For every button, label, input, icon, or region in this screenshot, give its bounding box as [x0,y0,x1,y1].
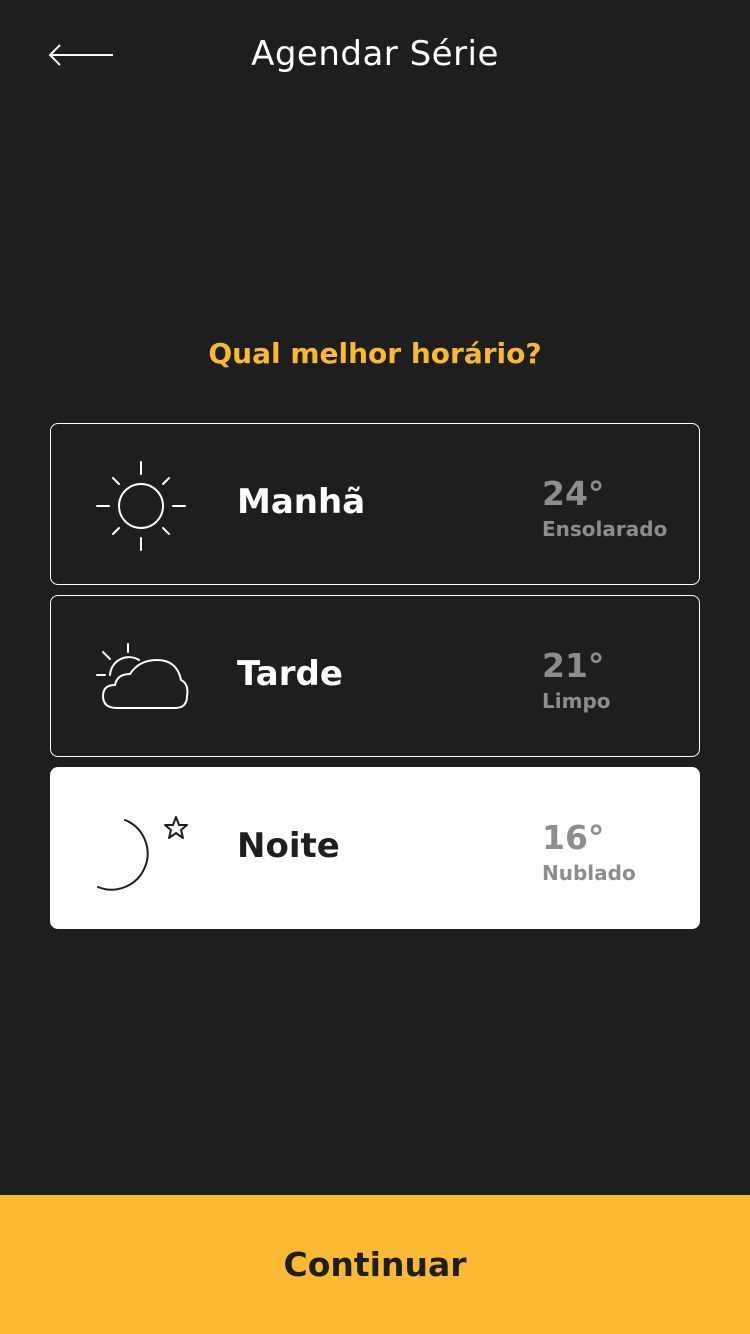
temperature-value: 16° [542,818,605,857]
temperature-value: 24° [542,474,605,513]
option-tarde[interactable]: Tarde 21° Limpo [50,595,700,757]
weather-condition: Nublado [542,861,636,885]
partly-cloudy-icon [95,630,191,726]
moon-star-icon [95,802,191,898]
continue-button[interactable]: Continuar [0,1195,750,1334]
option-manha[interactable]: Manhã 24° Ensolarado [50,423,700,585]
temperature-value: 21° [542,646,605,685]
option-label: Manhã [237,482,366,522]
weather-condition: Limpo [542,689,611,713]
sun-icon [95,458,191,554]
page-title: Agendar Série [251,34,499,74]
option-noite[interactable]: Noite 16° Nublado [50,767,700,929]
weather-condition: Ensolarado [542,517,668,541]
option-label: Noite [237,826,340,866]
option-label: Tarde [237,654,343,694]
question-heading: Qual melhor horário? [208,337,542,370]
